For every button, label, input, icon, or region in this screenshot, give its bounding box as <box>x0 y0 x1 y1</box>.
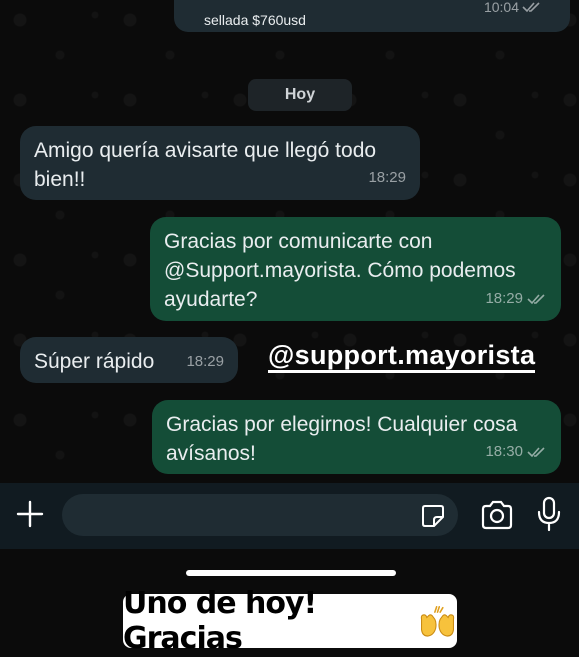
message-meta: 18:30 <box>485 437 547 466</box>
date-separator: Hoy <box>248 79 352 111</box>
message-text-line: Gracias por comunicarte con <box>164 230 433 253</box>
previous-message-time: 10:04 <box>483 0 519 15</box>
message-text-line: @Support.mayorista. Cómo podemos <box>164 259 516 282</box>
message-meta: 18:29 <box>368 163 406 192</box>
message-meta: 18:29 <box>485 284 547 313</box>
overlay-handle-text: @support.mayorista <box>268 340 536 373</box>
double-check-icon <box>527 293 545 304</box>
plus-icon[interactable] <box>14 498 46 530</box>
raising-hands-emoji-icon <box>420 606 455 637</box>
message-text-line: bien!! <box>34 168 86 191</box>
microphone-icon[interactable] <box>536 496 562 532</box>
message-text-line: Amigo quería avisarte que llegó todo <box>34 139 377 162</box>
chat-area[interactable]: sellada $760usd 10:04 Hoy Amigo quería a… <box>0 0 579 483</box>
camera-icon[interactable] <box>480 500 514 530</box>
message-bubble-outgoing[interactable]: Gracias por elegirnos! Cualquier cosa av… <box>152 400 561 474</box>
home-indicator[interactable] <box>186 570 396 576</box>
previous-message-bubble[interactable]: sellada $760usd 10:04 <box>174 0 570 32</box>
caption-text: Uno de hoy! Gracias <box>123 586 317 656</box>
double-check-icon <box>527 446 545 457</box>
message-time: 18:30 <box>485 443 523 460</box>
previous-message-meta: 10:04 <box>484 0 542 15</box>
sticker-icon[interactable] <box>420 503 446 529</box>
message-meta: 18:29 <box>186 347 224 376</box>
message-composer <box>0 483 579 549</box>
message-text-line: Gracias por elegirnos! Cualquier cosa <box>166 413 518 436</box>
message-time: 18:29 <box>186 353 224 370</box>
message-bubble-incoming[interactable]: Súper rápido 18:29 <box>20 337 238 383</box>
message-time: 18:29 <box>485 290 523 307</box>
story-caption: Uno de hoy! Gracias <box>123 586 457 656</box>
message-bubble-outgoing[interactable]: Gracias por comunicarte con @Support.may… <box>150 217 561 321</box>
double-check-icon <box>522 2 540 13</box>
message-time: 18:29 <box>368 169 406 186</box>
message-bubble-incoming[interactable]: Amigo quería avisarte que llegó todo bie… <box>20 126 420 200</box>
previous-message-text: sellada $760usd <box>204 12 306 28</box>
message-input[interactable] <box>62 494 458 536</box>
